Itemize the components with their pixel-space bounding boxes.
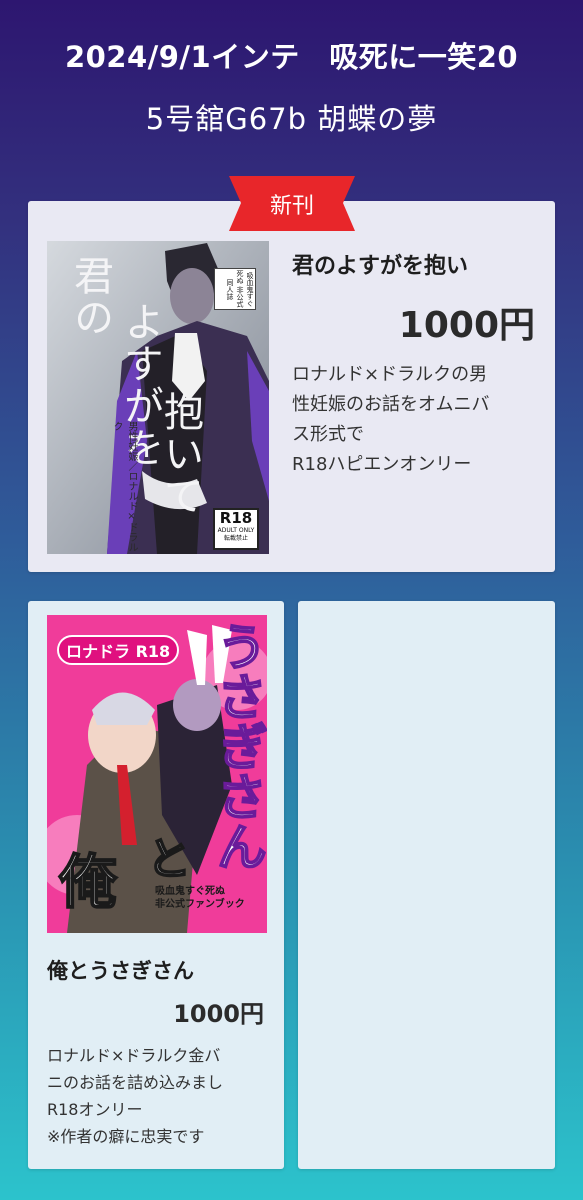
cover1-title-c: 抱いて bbox=[157, 391, 203, 517]
book-price-1: 1000円 bbox=[398, 305, 535, 346]
empty-card bbox=[298, 601, 555, 1169]
book-cover-2[interactable]: ロナドラ R18 うさぎさん 俺 と 吸血鬼すぐ死ぬ 非公式ファンブック bbox=[47, 615, 267, 933]
cover1-rating-note2: 転載禁止 bbox=[223, 535, 248, 542]
desc1-line: R18ハピエンオンリー bbox=[292, 454, 472, 475]
book-title-2: 俺とうさぎさん bbox=[47, 959, 194, 983]
desc1-line: ス形式で bbox=[292, 424, 364, 445]
desc2-line: ※作者の癖に忠実です bbox=[47, 1127, 205, 1146]
cover2-title-to: と bbox=[146, 833, 192, 886]
cover1-rating-box: R18 ADULT ONLY 転載禁止 bbox=[213, 508, 259, 550]
desc1-line: 性妊娠のお話をオムニバ bbox=[292, 394, 490, 415]
desc1-line: ロナルド×ドラルクの男 bbox=[292, 364, 488, 385]
cover2-sub-line2: 非公式ファンブック bbox=[155, 899, 245, 910]
booth-title: 5号舘G67b 胡蝶の夢 bbox=[145, 102, 438, 136]
cover2-title-vertical: うさぎさん bbox=[208, 620, 267, 872]
cover1-subtitle: 男性妊娠／ロナルド×ドラルク bbox=[111, 421, 137, 552]
cover2-title-ore: 俺 bbox=[58, 847, 118, 917]
cover1-rating-note: ADULT ONLY bbox=[217, 527, 255, 534]
book-description-2: ロナルド×ドラルク金バ ニのお話を詰め込みまし R18オンリー ※作者の癖に忠実… bbox=[47, 1042, 272, 1150]
new-release-label: 新刊 bbox=[269, 194, 314, 219]
book-description-1: ロナルド×ドラルクの男 性妊娠のお話をオムニバ ス形式で R18ハピエンオンリー bbox=[292, 360, 537, 480]
cover1-notice: 吸血鬼すぐ死ぬ 非公式同人誌 bbox=[214, 268, 256, 310]
cover2-tag: ロナドラ R18 bbox=[57, 635, 180, 665]
cover1-rating: R18 bbox=[219, 509, 253, 527]
book-price-2: 1000円 bbox=[173, 1000, 264, 1028]
cover2-subtitle: 吸血鬼すぐ死ぬ 非公式ファンブック bbox=[155, 885, 245, 911]
cover2-sub-line1: 吸血鬼すぐ死ぬ bbox=[155, 886, 225, 897]
desc2-line: R18オンリー bbox=[47, 1100, 143, 1119]
desc2-line: ロナルド×ドラルク金バ bbox=[47, 1046, 221, 1065]
new-release-badge: 新刊 bbox=[229, 176, 355, 231]
event-title: 2024/9/1インテ 吸死に一笑20 bbox=[64, 40, 519, 74]
desc2-line: ニのお話を詰め込みまし bbox=[47, 1073, 224, 1092]
book-title-1: 君のよすがを抱い bbox=[292, 254, 469, 279]
